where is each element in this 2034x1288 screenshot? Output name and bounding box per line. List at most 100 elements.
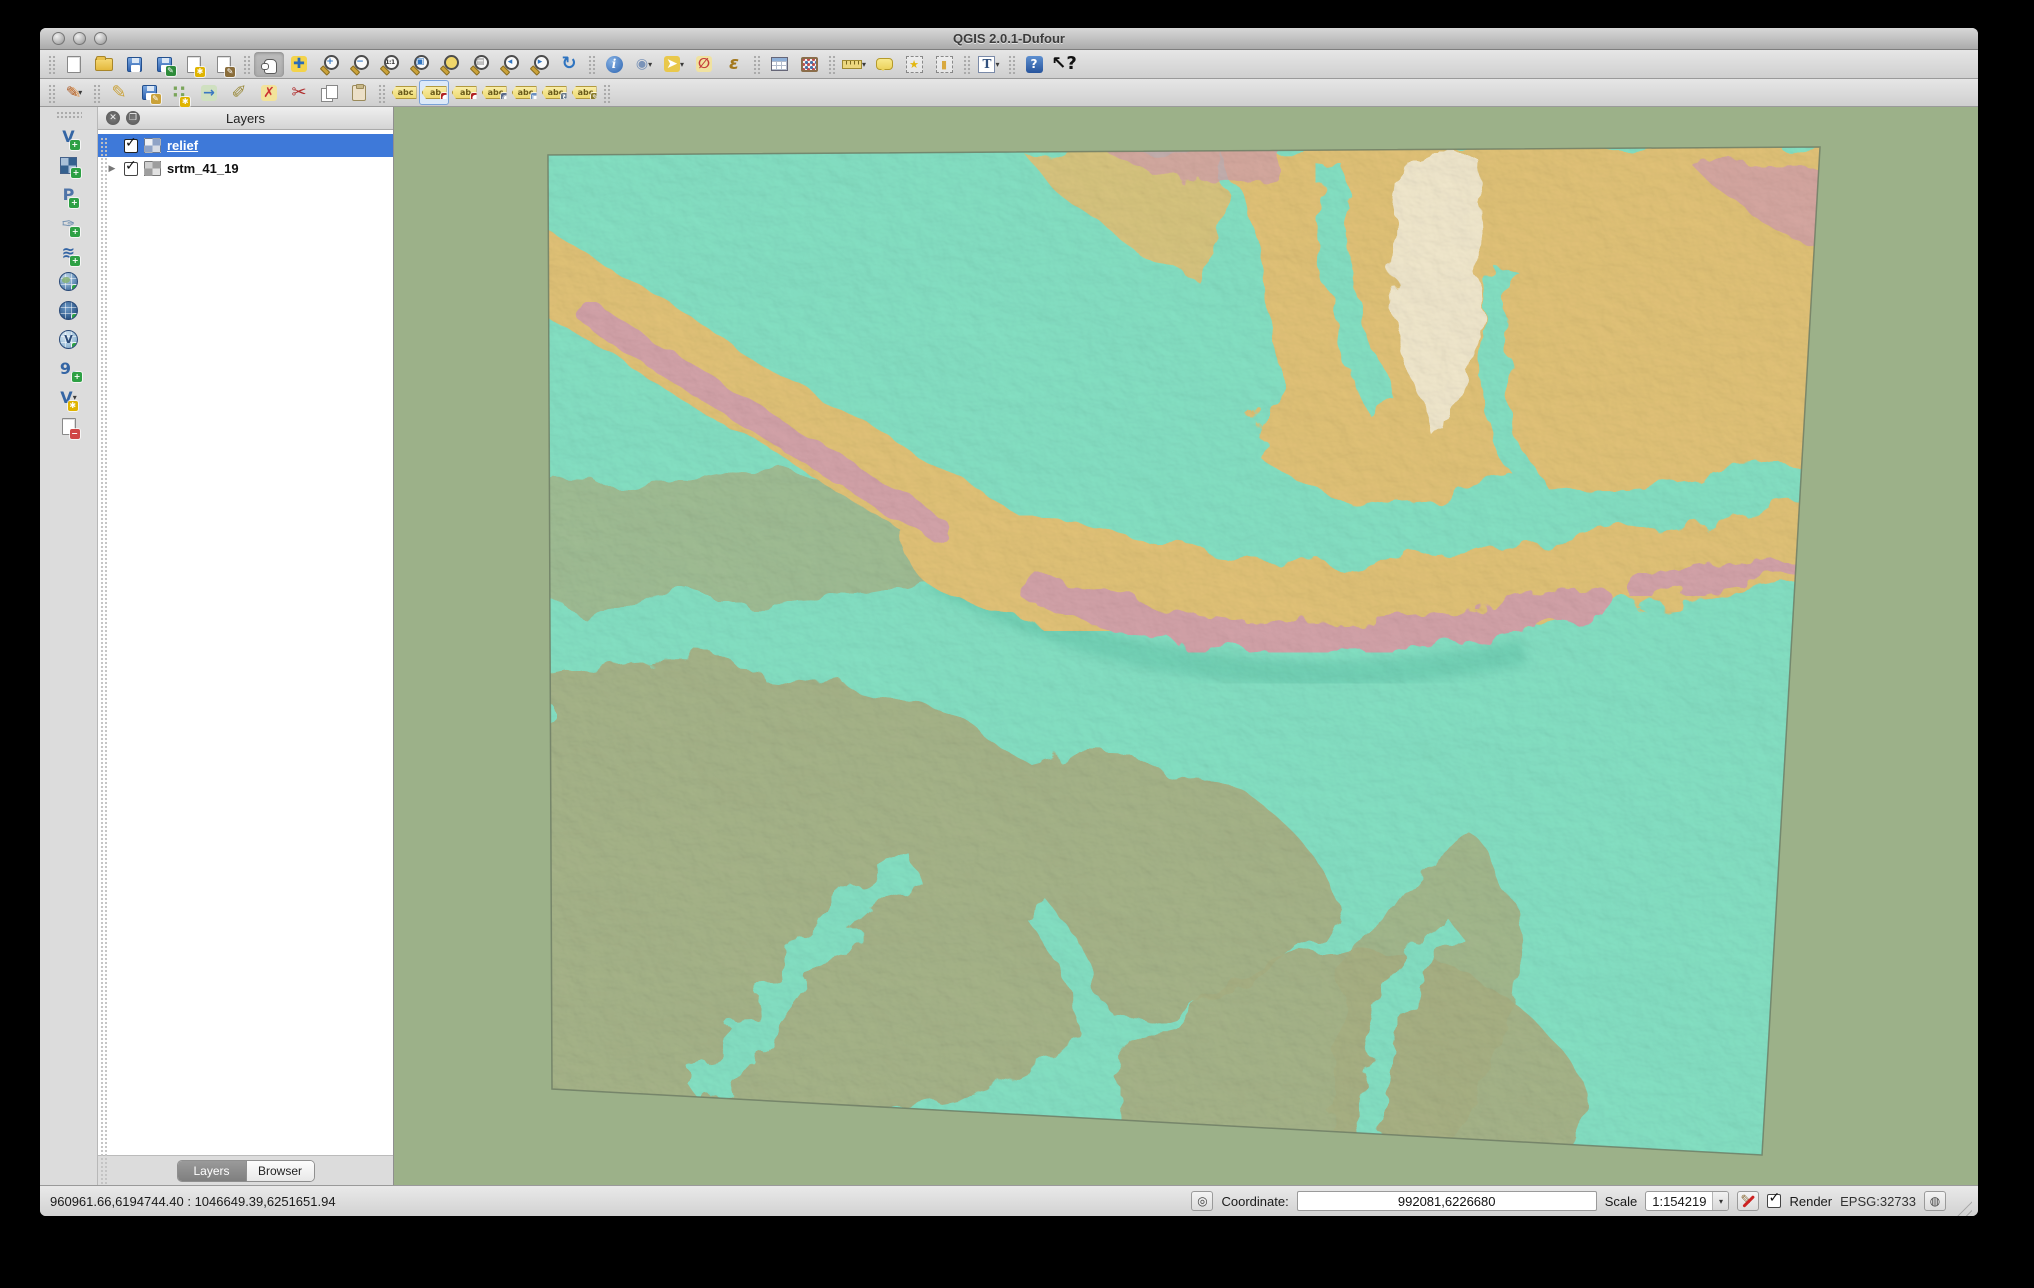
pin-labels-button[interactable]: ab●: [419, 80, 449, 105]
paste-features-button[interactable]: [344, 80, 374, 105]
zoom-native-resolution-button[interactable]: 1:1: [374, 52, 404, 77]
close-window-button[interactable]: [52, 32, 65, 45]
layer-visibility-checkbox[interactable]: [124, 139, 138, 153]
current-edits-dropdown-arrow-icon[interactable]: ▾: [78, 88, 82, 97]
add-wcs-layer-button[interactable]: +: [47, 296, 91, 325]
copy-features-button[interactable]: [314, 80, 344, 105]
new-bookmark-button[interactable]: ★: [899, 52, 929, 77]
scale-combobox[interactable]: 1:154219 ▾: [1645, 1191, 1729, 1211]
rotate-label-button[interactable]: abc↻: [539, 80, 569, 105]
toolbar-drag-handle[interactable]: [47, 54, 56, 74]
composer-manager-button[interactable]: ✎: [209, 52, 239, 77]
toolbar-drag-handle[interactable]: [92, 83, 101, 103]
tab-browser[interactable]: Browser: [246, 1161, 314, 1181]
new-print-composer-button[interactable]: ✱: [179, 52, 209, 77]
map-canvas[interactable]: [394, 107, 1978, 1185]
save-project-button[interactable]: [119, 52, 149, 77]
remove-layer-button[interactable]: −: [47, 412, 91, 441]
select-features-button[interactable]: ➤▾: [659, 52, 689, 77]
zoom-out-button[interactable]: −: [344, 52, 374, 77]
open-attribute-table-button[interactable]: [764, 52, 794, 77]
toolbar-drag-handle[interactable]: [602, 83, 611, 103]
measure-line-button[interactable]: ▾: [839, 52, 869, 77]
layer-item-srtm_41_19[interactable]: ▶srtm_41_19: [98, 157, 393, 180]
add-wms-layer-button[interactable]: +: [47, 267, 91, 296]
toolbar-drag-handle[interactable]: [56, 111, 82, 119]
delete-selected-button[interactable]: ✗: [254, 80, 284, 105]
panel-detach-icon[interactable]: ❐: [126, 111, 140, 125]
toolbar-manage-layers: V++P+✑+≋++++9,+V✱▾−: [40, 107, 98, 1185]
new-project-button[interactable]: [59, 52, 89, 77]
cut-features-button[interactable]: ✂: [284, 80, 314, 105]
add-postgis-layer-button[interactable]: P+: [47, 180, 91, 209]
run-feature-action-button[interactable]: ◉▾: [629, 52, 659, 77]
current-edits-button[interactable]: ✎▾: [59, 80, 89, 105]
zoom-window-button[interactable]: [94, 32, 107, 45]
crs-status-button[interactable]: ◍: [1924, 1191, 1946, 1211]
toggle-extents-display-icon[interactable]: ◎: [1191, 1191, 1213, 1211]
labeling-button[interactable]: abc: [389, 80, 419, 105]
scale-dropdown-arrow-icon[interactable]: ▾: [1712, 1192, 1728, 1210]
node-tool-button[interactable]: ✐: [224, 80, 254, 105]
field-calculator-button[interactable]: [794, 52, 824, 77]
select-by-expression-button[interactable]: ε: [719, 52, 749, 77]
whats-this-button[interactable]: ↖?: [1049, 52, 1079, 77]
minimize-window-button[interactable]: [73, 32, 86, 45]
toolbar-drag-handle[interactable]: [377, 83, 386, 103]
move-feature-button[interactable]: →: [194, 80, 224, 105]
add-feature-button[interactable]: ∷✱: [164, 80, 194, 105]
pan-to-selection-button[interactable]: ✚: [284, 52, 314, 77]
toggle-editing-button[interactable]: ✎: [104, 80, 134, 105]
deselect-features-button[interactable]: ∅: [689, 52, 719, 77]
change-label-button[interactable]: abc✎: [569, 80, 599, 105]
layer-visibility-checkbox[interactable]: [124, 162, 138, 176]
toolbar-drag-handle[interactable]: [752, 54, 761, 74]
titlebar[interactable]: QGIS 2.0.1-Dufour: [40, 28, 1978, 50]
toolbar-drag-handle[interactable]: [242, 54, 251, 74]
toolbar-drag-handle[interactable]: [47, 83, 56, 103]
panel-close-icon[interactable]: ✕: [106, 111, 120, 125]
save-layer-edits-button[interactable]: ✎: [134, 80, 164, 105]
render-checkbox[interactable]: [1767, 1194, 1781, 1208]
measure-line-dropdown-arrow-icon[interactable]: ▾: [862, 60, 866, 69]
layer-expander-icon[interactable]: ▶: [106, 163, 118, 174]
pan-map-button[interactable]: [254, 52, 284, 77]
zoom-last-button[interactable]: ◂: [494, 52, 524, 77]
coordinate-input[interactable]: [1297, 1191, 1597, 1211]
zoom-to-layer-button[interactable]: ▤: [464, 52, 494, 77]
add-raster-layer-button[interactable]: +: [47, 151, 91, 180]
resize-grip[interactable]: [1954, 1198, 1972, 1216]
highlight-pinned-labels-button[interactable]: ab●: [449, 80, 479, 105]
layer-item-relief[interactable]: relief: [98, 134, 393, 157]
zoom-to-selection-button[interactable]: [434, 52, 464, 77]
add-delimited-text-layer-button[interactable]: 9,+: [47, 354, 91, 383]
move-label-button[interactable]: abc▣: [509, 80, 539, 105]
save-project-as-button[interactable]: ✎: [149, 52, 179, 77]
map-tips-button[interactable]: [869, 52, 899, 77]
show-hide-labels-button[interactable]: abc◉: [479, 80, 509, 105]
zoom-next-button[interactable]: ▸: [524, 52, 554, 77]
open-project-button[interactable]: [89, 52, 119, 77]
add-vector-layer-button[interactable]: V+: [47, 122, 91, 151]
stop-rendering-button[interactable]: ✎: [1737, 1191, 1759, 1211]
toolbar-drag-handle[interactable]: [962, 54, 971, 74]
zoom-in-button[interactable]: +: [314, 52, 344, 77]
run-feature-action-dropdown-arrow-icon[interactable]: ▾: [648, 60, 652, 69]
zoom-full-extent-button[interactable]: ▣: [404, 52, 434, 77]
toolbar-drag-handle[interactable]: [587, 54, 596, 74]
identify-features-button[interactable]: i: [599, 52, 629, 77]
text-annotation-button[interactable]: T▾: [974, 52, 1004, 77]
add-mssql-layer-button[interactable]: ≋+: [47, 238, 91, 267]
add-wfs-layer-button[interactable]: +: [47, 325, 91, 354]
help-contents-button[interactable]: ?: [1019, 52, 1049, 77]
panel-drag-handle[interactable]: [100, 137, 107, 1185]
new-shapefile-layer-button[interactable]: V✱▾: [47, 383, 91, 412]
show-bookmarks-button[interactable]: ▮: [929, 52, 959, 77]
tab-layers[interactable]: Layers: [178, 1161, 246, 1181]
select-features-dropdown-arrow-icon[interactable]: ▾: [680, 60, 684, 69]
refresh-map-button[interactable]: ↻: [554, 52, 584, 77]
add-spatialite-layer-button[interactable]: ✑+: [47, 209, 91, 238]
text-annotation-dropdown-arrow-icon[interactable]: ▾: [995, 60, 999, 69]
toolbar-drag-handle[interactable]: [827, 54, 836, 74]
toolbar-drag-handle[interactable]: [1007, 54, 1016, 74]
